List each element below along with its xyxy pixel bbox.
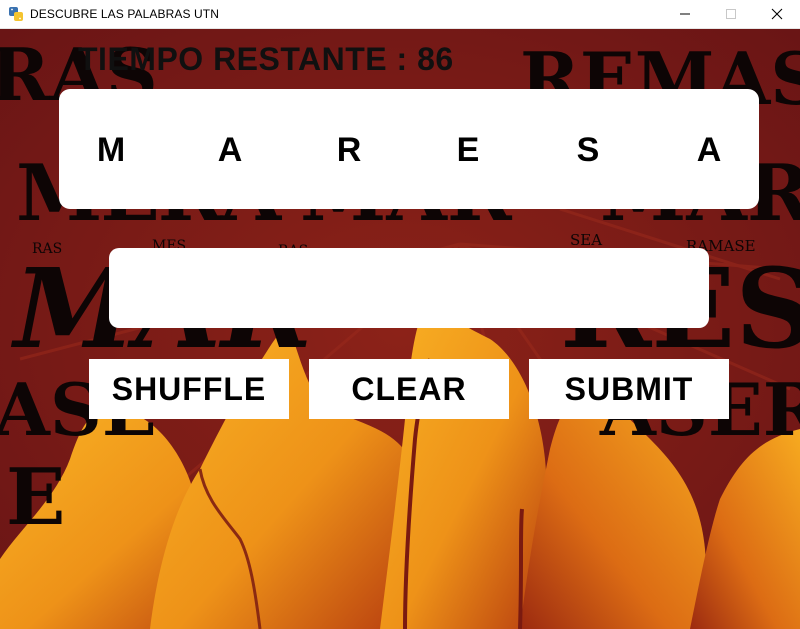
close-button[interactable] [754,0,800,29]
shuffle-button[interactable]: SHUFFLE [89,359,289,419]
letter-tile[interactable]: S [558,133,618,167]
letters-panel: M A R E S A [59,89,759,209]
game-canvas: RAS REMAS MERA MAR MAR RAS MES RAS SEA R… [0,29,800,629]
answer-field[interactable] [109,248,709,328]
python-icon [9,7,23,21]
timer-label: TIEMPO RESTANTE : 86 [78,41,454,77]
clear-button[interactable]: CLEAR [309,359,509,419]
minimize-button[interactable] [662,0,708,29]
minimize-icon [680,13,690,15]
letter-tile[interactable]: R [319,133,379,167]
maximize-button[interactable] [708,0,754,29]
bg-word: E [6,452,66,543]
letter-tile[interactable]: A [679,133,739,167]
window-title: DESCUBRE LAS PALABRAS UTN [30,7,219,21]
window-title-bar: DESCUBRE LAS PALABRAS UTN [0,0,800,29]
letter-tile[interactable]: A [200,133,260,167]
close-icon [771,8,783,20]
flame-dark-edge-2 [518,508,524,629]
maximize-icon [726,9,736,19]
letter-tile[interactable]: M [81,133,141,167]
submit-button[interactable]: SUBMIT [529,359,729,419]
letter-tile[interactable]: E [438,133,498,167]
